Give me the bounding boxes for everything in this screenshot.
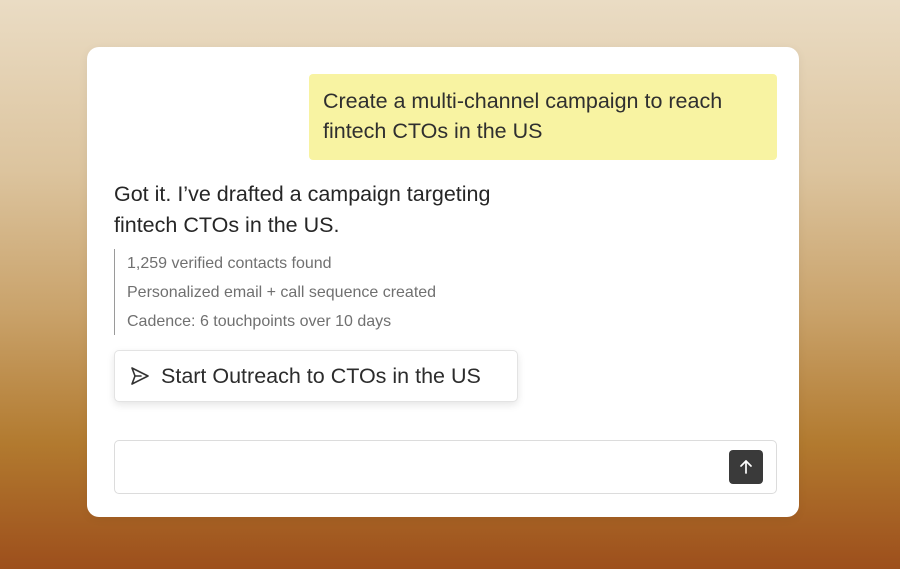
assistant-reply-line: fintech CTOs in the US. [114,213,340,237]
assistant-reply: Got it. I’ve drafted a campaign targetin… [114,179,554,241]
submit-button[interactable] [729,450,763,484]
campaign-details: 1,259 verified contacts found Personaliz… [114,249,436,335]
start-outreach-button[interactable]: Start Outreach to CTOs in the US [114,350,518,402]
detail-cadence: Cadence: 6 touchpoints over 10 days [127,313,392,330]
detail-sequence: Personalized email + call sequence creat… [127,284,437,301]
chat-panel: Create a multi-channel campaign to reach… [87,47,799,517]
user-message-text: Create a multi-channel campaign to reach… [323,89,723,143]
assistant-reply-line: Got it. I’ve drafted a campaign targetin… [114,182,491,206]
message-input[interactable] [127,451,721,485]
message-composer [114,440,777,494]
start-outreach-label: Start Outreach to CTOs in the US [161,363,481,388]
detail-contacts: 1,259 verified contacts found [127,255,332,272]
user-message-bubble: Create a multi-channel campaign to reach… [309,74,777,160]
send-icon [129,365,151,387]
arrow-up-icon [737,458,755,476]
